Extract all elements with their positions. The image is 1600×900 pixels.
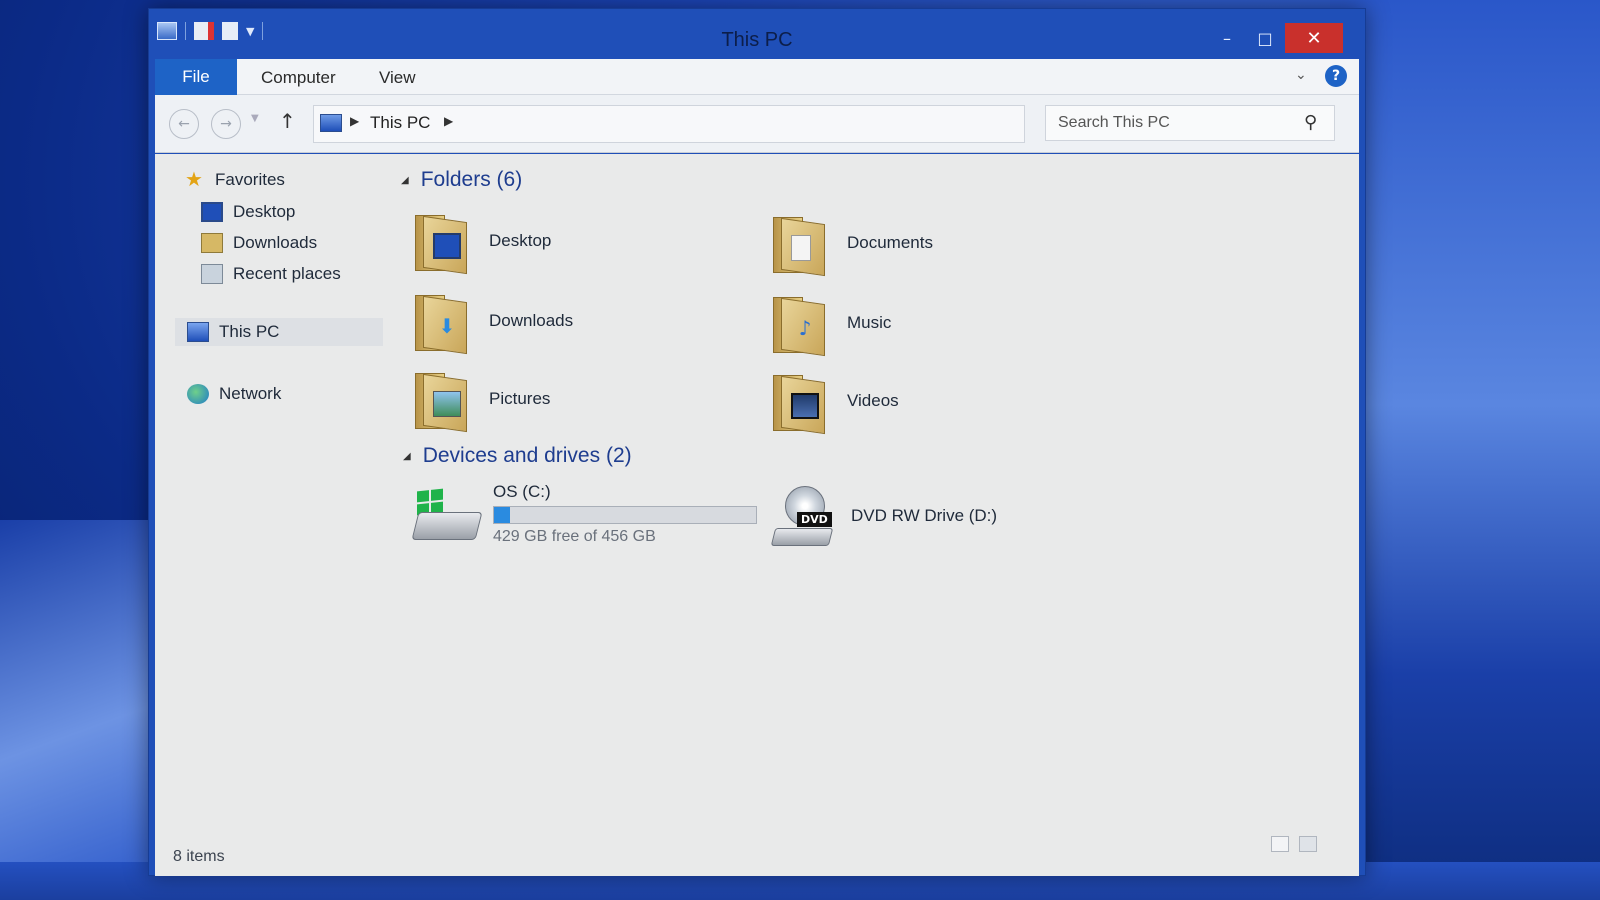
sidebar-item-label: Network bbox=[219, 384, 282, 403]
item-count: 8 items bbox=[173, 848, 225, 865]
breadcrumb-this-pc[interactable]: This PC bbox=[370, 113, 430, 133]
download-arrow-icon: ⬇ bbox=[438, 314, 456, 338]
minimize-button[interactable]: – bbox=[1209, 23, 1245, 53]
dvd-tray-shape bbox=[770, 528, 834, 546]
expand-ribbon-chevron-icon[interactable]: ⌄ bbox=[1295, 67, 1307, 83]
recent-locations-dropdown-icon[interactable]: ▼ bbox=[251, 113, 259, 124]
drives-group-header[interactable]: ◢ Devices and drives (2) bbox=[403, 444, 632, 468]
drive-label: OS (C:) bbox=[493, 482, 551, 501]
hard-drive-body-shape bbox=[411, 512, 483, 540]
details-view-button[interactable] bbox=[1271, 836, 1289, 852]
status-bar: 8 items bbox=[155, 836, 1359, 876]
drive-d[interactable]: DVD DVD RW Drive (D:) bbox=[770, 484, 998, 550]
folder-videos[interactable]: Videos bbox=[773, 366, 899, 436]
desktop-background-left bbox=[0, 520, 160, 900]
sidebar-item-favorites[interactable]: ★ Favorites bbox=[183, 166, 285, 194]
music-note-icon: ♪ bbox=[798, 316, 812, 340]
folders-group-header[interactable]: ◢ Folders (6) bbox=[401, 168, 522, 192]
close-button[interactable]: ✕ bbox=[1285, 23, 1343, 53]
sidebar-item-label: This PC bbox=[219, 322, 280, 341]
pictures-icon bbox=[433, 391, 461, 417]
content-pane: ◢ Folders (6) Desktop Documents ⬇ Downlo… bbox=[391, 154, 1359, 854]
sidebar-item-network[interactable]: Network bbox=[187, 380, 281, 408]
folder-music[interactable]: ♪ Music bbox=[773, 288, 891, 358]
desktop-icon bbox=[433, 233, 461, 259]
group-header-label: Devices and drives (2) bbox=[422, 444, 632, 467]
maximize-button[interactable]: □ bbox=[1247, 23, 1283, 53]
drive-usage-bar bbox=[493, 506, 757, 524]
desktop-icon bbox=[201, 202, 223, 222]
search-placeholder: Search This PC bbox=[1058, 114, 1170, 131]
sidebar-item-recent-places[interactable]: Recent places bbox=[201, 260, 341, 288]
tab-computer[interactable]: Computer bbox=[261, 63, 336, 93]
window-title: This PC bbox=[721, 29, 793, 51]
dvd-badge: DVD bbox=[797, 512, 832, 527]
folder-label: Pictures bbox=[489, 389, 551, 408]
folder-label: Videos bbox=[847, 391, 899, 410]
drive-c-details: OS (C:) 429 GB free of 456 GB bbox=[493, 482, 757, 546]
navigation-pane: ★ Favorites Desktop Downloads Recent pla… bbox=[155, 154, 391, 854]
folder-videos-icon bbox=[773, 369, 829, 435]
folder-documents[interactable]: Documents bbox=[773, 208, 933, 278]
explorer-window: ▼ This PC – □ ✕ File Computer View ⌄ ? ←… bbox=[148, 8, 1366, 876]
folder-pictures[interactable]: Pictures bbox=[415, 364, 550, 434]
tab-view[interactable]: View bbox=[379, 63, 416, 93]
forward-button[interactable]: → bbox=[211, 109, 241, 139]
sidebar-item-desktop[interactable]: Desktop bbox=[201, 198, 295, 226]
address-bar[interactable]: ▶ This PC ▶ ⌄ ↻ bbox=[313, 105, 1179, 143]
tab-file[interactable]: File bbox=[155, 59, 237, 95]
folder-desktop-icon bbox=[415, 209, 471, 275]
computer-icon bbox=[187, 322, 209, 342]
star-icon: ★ bbox=[185, 169, 203, 191]
sidebar-item-downloads[interactable]: Downloads bbox=[201, 229, 317, 257]
desktop-background bbox=[1330, 0, 1600, 900]
folder-music-icon: ♪ bbox=[773, 291, 829, 357]
drive-label: DVD RW Drive (D:) bbox=[851, 506, 998, 525]
drive-free-space: 429 GB free of 456 GB bbox=[493, 528, 656, 545]
documents-icon bbox=[791, 235, 811, 261]
folder-downloads[interactable]: ⬇ Downloads bbox=[415, 286, 573, 356]
folder-pictures-icon bbox=[415, 367, 471, 433]
hard-drive-icon bbox=[411, 482, 483, 548]
sidebar-item-this-pc[interactable]: This PC bbox=[175, 318, 383, 346]
search-input[interactable]: Search This PC ⚲ bbox=[1045, 105, 1335, 141]
folder-label: Downloads bbox=[489, 311, 574, 330]
search-icon[interactable]: ⚲ bbox=[1304, 112, 1317, 133]
computer-icon bbox=[320, 114, 342, 132]
folder-downloads-icon: ⬇ bbox=[415, 289, 471, 355]
explorer-body: ★ Favorites Desktop Downloads Recent pla… bbox=[155, 154, 1359, 854]
film-strip-icon bbox=[791, 393, 819, 419]
large-icons-view-button[interactable] bbox=[1299, 836, 1317, 852]
up-button[interactable]: ↑ bbox=[279, 109, 296, 133]
sidebar-item-label: Favorites bbox=[215, 170, 285, 189]
breadcrumb-arrow-icon[interactable]: ▶ bbox=[350, 114, 359, 128]
sidebar-item-label: Downloads bbox=[233, 233, 318, 252]
recent-places-icon bbox=[201, 264, 223, 284]
collapse-triangle-icon[interactable]: ◢ bbox=[401, 175, 409, 186]
ribbon-tabs: File Computer View ⌄ ? bbox=[155, 59, 1359, 95]
sidebar-item-label: Desktop bbox=[233, 202, 296, 221]
group-header-label: Folders (6) bbox=[420, 168, 523, 191]
network-icon bbox=[187, 384, 209, 404]
sidebar-item-label: Recent places bbox=[233, 264, 341, 283]
drive-c[interactable]: OS (C:) 429 GB free of 456 GB bbox=[411, 482, 757, 548]
help-icon[interactable]: ? bbox=[1325, 65, 1347, 87]
folder-label: Documents bbox=[847, 233, 933, 252]
back-button[interactable]: ← bbox=[169, 109, 199, 139]
folder-label: Music bbox=[847, 313, 892, 332]
address-toolbar: ← → ▼ ↑ ▶ This PC ▶ ⌄ ↻ Search This PC ⚲ bbox=[155, 95, 1359, 153]
downloads-icon bbox=[201, 233, 223, 253]
drive-usage-fill bbox=[494, 507, 510, 523]
folder-label: Desktop bbox=[489, 231, 552, 250]
dvd-drive-icon: DVD bbox=[770, 484, 841, 550]
folder-desktop[interactable]: Desktop bbox=[415, 206, 551, 276]
breadcrumb-arrow-icon[interactable]: ▶ bbox=[444, 114, 453, 128]
folder-documents-icon bbox=[773, 211, 829, 277]
collapse-triangle-icon[interactable]: ◢ bbox=[403, 451, 411, 462]
